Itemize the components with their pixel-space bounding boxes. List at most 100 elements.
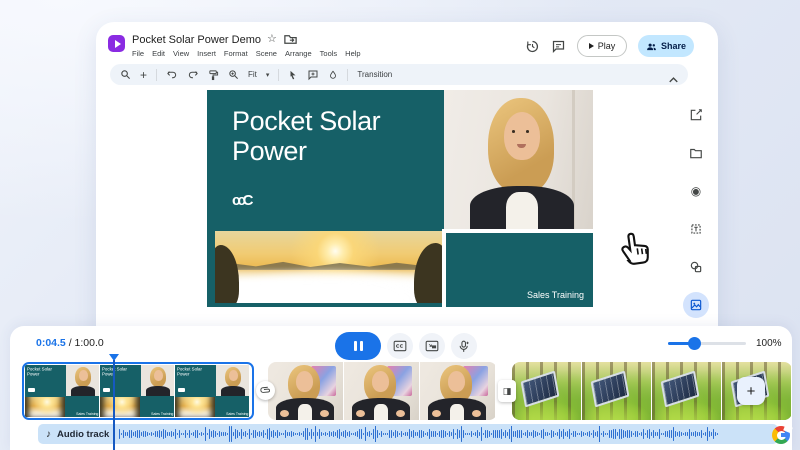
- play-button-label: Play: [598, 41, 616, 51]
- slide-canvas[interactable]: Pocket SolarPower ccC: [207, 90, 593, 307]
- scene2-thumbnail: [420, 362, 495, 420]
- menu-help[interactable]: Help: [345, 49, 360, 58]
- thumb-presenter: [66, 365, 99, 396]
- record-voiceover-button[interactable]: [451, 333, 477, 359]
- sales-training-block[interactable]: Sales Training: [446, 233, 593, 307]
- scene2-thumbnail: [268, 362, 343, 420]
- thumb-sales: Sales Training: [66, 397, 99, 417]
- chevron-down-icon[interactable]: ▾: [266, 71, 270, 79]
- folder-icon[interactable]: [683, 140, 709, 166]
- thumb-sunrise: [100, 397, 140, 417]
- star-icon[interactable]: ☆: [267, 34, 277, 45]
- scene1-thumbnail: Pocket Solar Power Sales Training: [100, 365, 174, 417]
- google-logo: [772, 426, 790, 444]
- menu-tools[interactable]: Tools: [320, 49, 338, 58]
- paint-format-icon[interactable]: [208, 68, 219, 82]
- scene2-thumbnail: [344, 362, 419, 420]
- video-track: Pocket Solar Power Sales Training Pocket…: [10, 362, 792, 420]
- background-fill-icon[interactable]: [328, 68, 338, 82]
- menu-format[interactable]: Format: [224, 49, 248, 58]
- presenter-eye: [512, 130, 515, 133]
- add-comment-icon[interactable]: [307, 68, 319, 82]
- zoom-slider-thumb[interactable]: [688, 337, 701, 350]
- playhead-handle[interactable]: [109, 354, 119, 361]
- audio-track[interactable]: ♪ Audio track: [38, 424, 778, 444]
- menu-scene[interactable]: Scene: [256, 49, 277, 58]
- hand-cursor: [613, 228, 653, 275]
- scene1-thumbnail: Pocket Solar Power Sales Training: [25, 365, 99, 417]
- play-glyph: [115, 40, 121, 48]
- redo-icon[interactable]: [187, 68, 199, 82]
- toolbar-separator: [278, 69, 279, 81]
- captions-button[interactable]: [387, 333, 413, 359]
- add-icon[interactable]: +: [140, 68, 147, 82]
- collapse-toolbar-icon[interactable]: [669, 70, 678, 88]
- cloud-sea: [215, 267, 442, 303]
- play-icon: [589, 43, 594, 49]
- pause-button[interactable]: [335, 332, 381, 360]
- share-button[interactable]: Share: [638, 35, 694, 57]
- timeline-panel: 0:04.5 / 1:00.0 100% Pocket Solar Power: [10, 326, 792, 450]
- menu-arrange[interactable]: Arrange: [285, 49, 312, 58]
- thumb-logo: [178, 388, 185, 392]
- vids-app-icon[interactable]: [108, 35, 125, 52]
- record-icon[interactable]: ◉: [683, 178, 709, 204]
- add-clip-button[interactable]: +: [737, 377, 765, 405]
- time-readout: 0:04.5 / 1:00.0: [36, 337, 104, 349]
- zoom-in-icon[interactable]: [228, 68, 239, 82]
- share-people-icon: [646, 41, 657, 52]
- thumb-title: Pocket Solar Power: [102, 367, 139, 377]
- scene3-thumbnail: [512, 362, 581, 420]
- transition-badge-icon[interactable]: ◨: [498, 380, 516, 402]
- menu-edit[interactable]: Edit: [152, 49, 165, 58]
- shapes-icon[interactable]: [683, 254, 709, 280]
- thumb-presenter: [141, 365, 174, 396]
- pause-icon: [354, 341, 357, 351]
- share-button-label: Share: [661, 41, 686, 51]
- insert-image-icon[interactable]: [683, 292, 709, 318]
- current-time: 0:04.5: [36, 337, 66, 349]
- edit-toolbar: + Fit ▾ Transition: [110, 64, 688, 85]
- sunrise-photo[interactable]: [215, 231, 442, 303]
- clip-scene-1-selected[interactable]: Pocket Solar Power Sales Training Pocket…: [22, 362, 254, 420]
- clip-scene-2[interactable]: [268, 362, 497, 420]
- presenter-shirt: [506, 192, 538, 229]
- undo-icon[interactable]: [166, 68, 178, 82]
- move-folder-icon[interactable]: [283, 32, 298, 47]
- desktop-background: Pocket Solar Power Demo ☆ File Edit View…: [0, 0, 800, 450]
- menu-bar: File Edit View Insert Format Scene Arran…: [132, 49, 361, 58]
- comments-icon[interactable]: [551, 39, 566, 54]
- thumb-presenter: [216, 365, 249, 396]
- thumb-sunrise: [175, 397, 215, 417]
- timeline-zoom-control: 100%: [668, 338, 782, 349]
- toolbar-separator: [347, 69, 348, 81]
- slide-title[interactable]: Pocket SolarPower: [232, 106, 380, 166]
- presenter-video[interactable]: [444, 90, 593, 229]
- total-time: 1:00.0: [75, 337, 104, 349]
- play-button[interactable]: Play: [577, 35, 627, 57]
- sales-training-label: Sales Training: [527, 290, 584, 300]
- document-title[interactable]: Pocket Solar Power Demo: [132, 34, 261, 46]
- zoom-slider[interactable]: [668, 342, 746, 345]
- menu-insert[interactable]: Insert: [197, 49, 216, 58]
- header-actions: Play Share: [525, 35, 694, 57]
- presenter-face: [504, 112, 540, 160]
- menu-view[interactable]: View: [173, 49, 189, 58]
- search-icon[interactable]: [120, 68, 131, 82]
- fit-zoom-select[interactable]: Fit: [248, 70, 257, 79]
- picture-in-picture-button[interactable]: [419, 333, 445, 359]
- thumb-logo: [103, 388, 110, 392]
- tree-silhouette: [414, 243, 442, 303]
- text-box-icon[interactable]: [683, 216, 709, 242]
- version-history-icon[interactable]: [525, 39, 540, 54]
- thumb-sales: Sales Training: [141, 397, 174, 417]
- music-note-icon: ♪: [46, 429, 51, 440]
- zoom-level-label: 100%: [756, 338, 782, 349]
- transition-button[interactable]: Transition: [357, 70, 392, 79]
- select-cursor-icon[interactable]: [288, 68, 298, 82]
- paperclip-attachment-icon[interactable]: [256, 381, 275, 400]
- templates-edit-icon[interactable]: [683, 102, 709, 128]
- brand-logo: ccC: [232, 192, 251, 209]
- scene1-thumbnail: Pocket Solar Power Sales Training: [175, 365, 249, 417]
- menu-file[interactable]: File: [132, 49, 144, 58]
